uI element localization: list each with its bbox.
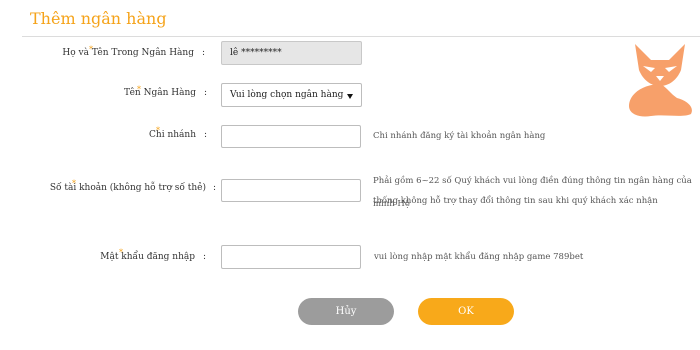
colon: :: [202, 48, 206, 58]
fox-icon: [629, 44, 692, 117]
colon: :: [203, 252, 207, 262]
cancel-button[interactable]: Hủy: [298, 298, 394, 325]
bank-label: Tên Ngân Hàng: [124, 88, 196, 98]
page-title: Thêm ngân hàng: [30, 9, 167, 28]
caret-down-icon: [347, 94, 353, 99]
bank-select[interactable]: Vui lòng chọn ngân hàng: [221, 83, 362, 107]
title-divider: [22, 36, 700, 37]
account-input[interactable]: [221, 179, 361, 202]
fullname-label: Họ và Tên Trong Ngân Hàng: [62, 48, 194, 58]
colon: :: [204, 130, 208, 140]
password-input[interactable]: [221, 245, 361, 269]
ok-button[interactable]: OK: [418, 298, 514, 325]
fullname-value: lê *********: [230, 48, 282, 58]
cancel-button-label: Hủy: [335, 306, 357, 317]
branch-input[interactable]: [221, 125, 361, 148]
colon: :: [204, 88, 208, 98]
branch-hint: Chi nhánh đăng ký tài khoản ngân hàng: [373, 131, 546, 141]
account-hint-line2: thống không hỗ trợ thay đổi thông tin sa…: [373, 196, 658, 206]
ok-button-label: OK: [458, 306, 474, 317]
password-label: Mật khẩu đăng nhập: [100, 252, 195, 262]
password-hint: vui lòng nhập mật khẩu đăng nhập game 78…: [374, 252, 584, 262]
bank-select-value: Vui lòng chọn ngân hàng: [230, 90, 344, 100]
branch-label: Chi nhánh: [149, 130, 196, 140]
account-label: Số tài khoản (không hỗ trợ số thẻ): [49, 183, 206, 193]
colon: :: [213, 183, 217, 193]
fullname-field: lê *********: [221, 41, 362, 65]
